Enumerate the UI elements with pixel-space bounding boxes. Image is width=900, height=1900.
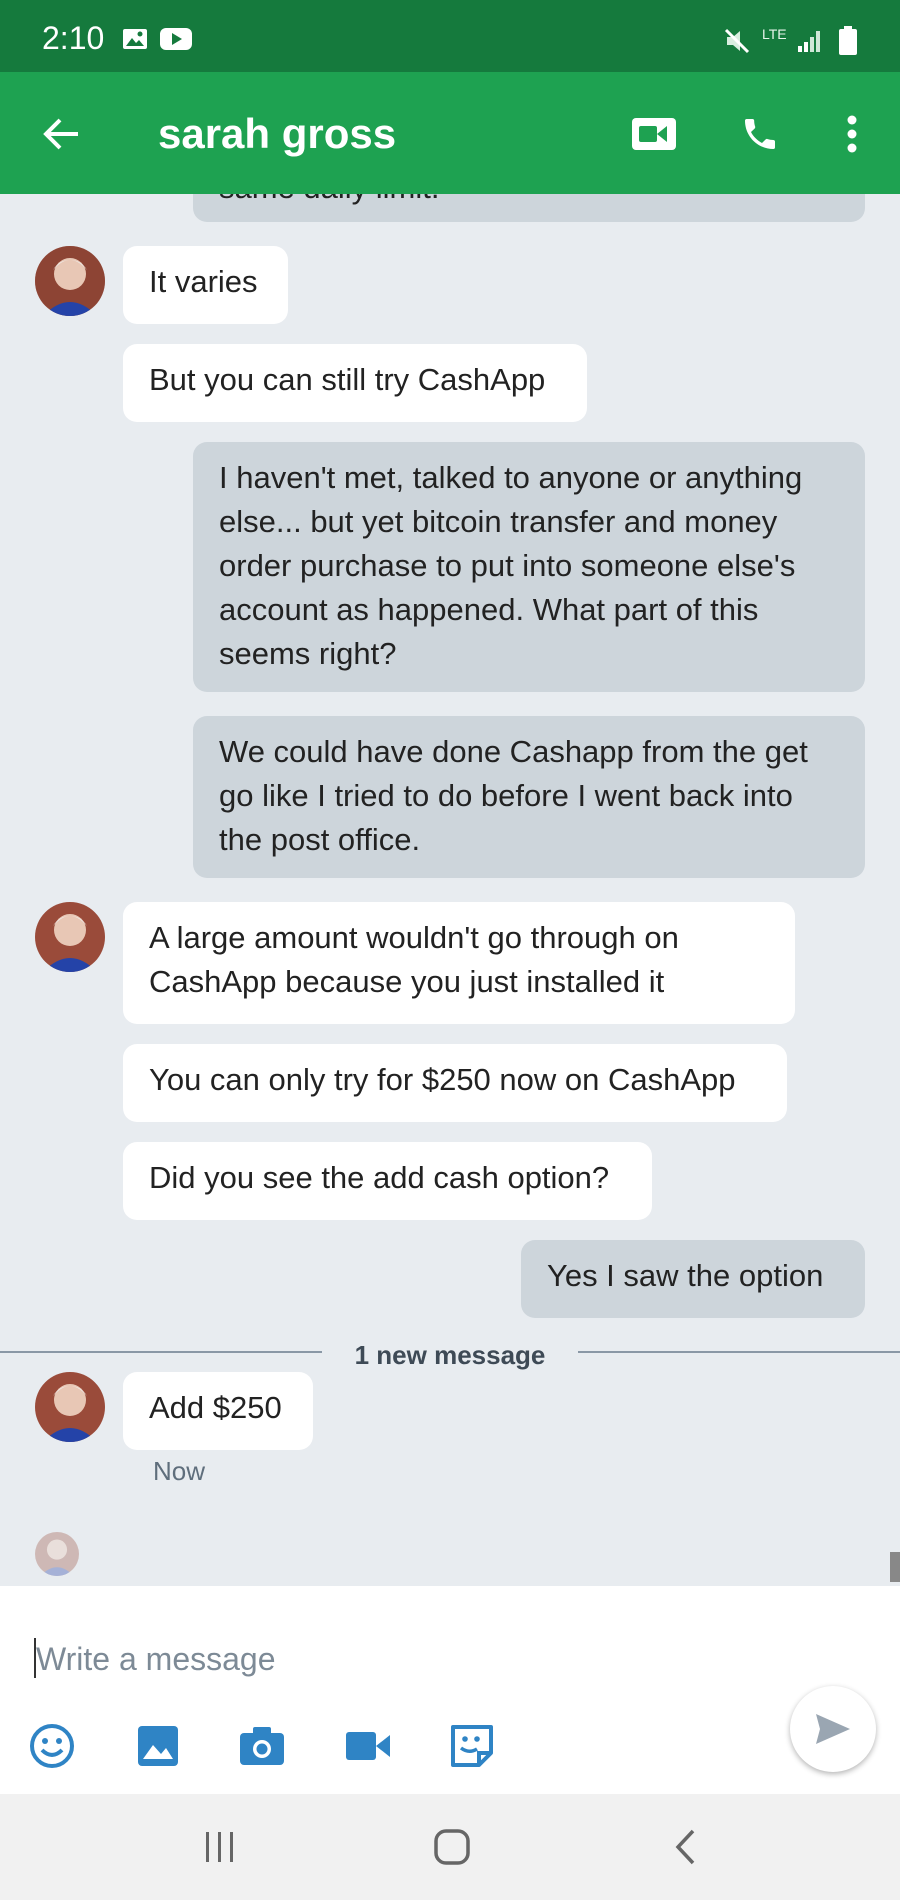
status-time: 2:10 — [42, 20, 105, 56]
more-vert-icon — [847, 115, 857, 153]
contact-avatar[interactable] — [35, 902, 105, 972]
recent-apps-button[interactable] — [182, 1816, 258, 1878]
image-icon — [138, 1726, 178, 1766]
conversation-header: sarah gross — [0, 72, 900, 194]
outgoing-message[interactable]: I haven't met, talked to anyone or anyth… — [193, 442, 865, 692]
voice-call-button[interactable] — [728, 102, 792, 166]
outgoing-message[interactable]: We could have done Cashapp from the get … — [193, 716, 865, 878]
emoji-button[interactable] — [22, 1716, 82, 1776]
video-call-button[interactable] — [622, 102, 686, 166]
contact-avatar[interactable] — [35, 246, 105, 316]
contact-avatar[interactable] — [35, 1372, 105, 1442]
message-timestamp: Now — [153, 1456, 206, 1486]
recent-apps-icon — [206, 1832, 233, 1862]
outgoing-message[interactable]: same daily limit. — [193, 194, 865, 222]
incoming-message[interactable]: You can only try for $250 now on CashApp — [123, 1044, 787, 1122]
compose-area — [0, 1586, 900, 1794]
gallery-button[interactable] — [128, 1716, 188, 1776]
signal-icon — [798, 31, 820, 52]
youtube-notification-icon — [160, 28, 192, 50]
back-arrow-icon — [43, 118, 78, 150]
send-button[interactable] — [790, 1686, 876, 1772]
video-icon — [346, 1732, 390, 1760]
scrollbar[interactable] — [890, 1552, 900, 1582]
gallery-notification-icon — [123, 29, 147, 49]
emoji-icon — [30, 1724, 74, 1768]
send-icon — [816, 1714, 850, 1744]
battery-icon — [839, 26, 857, 55]
message-input[interactable] — [34, 1628, 758, 1690]
incoming-message[interactable]: A large amount wouldn't go through on Ca… — [123, 902, 795, 1024]
phone-icon — [745, 119, 775, 149]
video-button[interactable] — [338, 1716, 398, 1776]
incoming-message[interactable]: Add $250 — [123, 1372, 313, 1450]
typing-indicator-avatar — [35, 1532, 79, 1576]
home-icon — [434, 1829, 470, 1865]
new-message-divider: 1 new message — [354, 1340, 546, 1370]
message-list[interactable]: same daily limit. It varies But you can … — [0, 194, 900, 1586]
sticker-button[interactable] — [442, 1716, 502, 1776]
mute-icon — [724, 28, 750, 54]
back-nav-button[interactable] — [648, 1816, 724, 1878]
contact-name[interactable]: sarah gross — [158, 110, 396, 158]
sticker-icon — [451, 1725, 493, 1767]
more-options-button[interactable] — [820, 102, 884, 166]
incoming-message[interactable]: Did you see the add cash option? — [123, 1142, 652, 1220]
incoming-message[interactable]: But you can still try CashApp — [123, 344, 587, 422]
camera-button[interactable] — [232, 1716, 292, 1776]
system-navigation-bar — [0, 1794, 900, 1900]
network-type: LTE — [762, 26, 787, 42]
incoming-message[interactable]: It varies — [123, 246, 288, 324]
back-button[interactable] — [30, 102, 94, 166]
camera-icon — [240, 1727, 284, 1765]
back-chevron-icon — [675, 1829, 695, 1865]
status-bar: 2:10 LTE — [0, 0, 900, 72]
video-camera-icon — [632, 118, 676, 150]
new-message-divider-line — [578, 1351, 900, 1353]
outgoing-message[interactable]: Yes I saw the option — [521, 1240, 865, 1318]
home-button[interactable] — [414, 1816, 490, 1878]
